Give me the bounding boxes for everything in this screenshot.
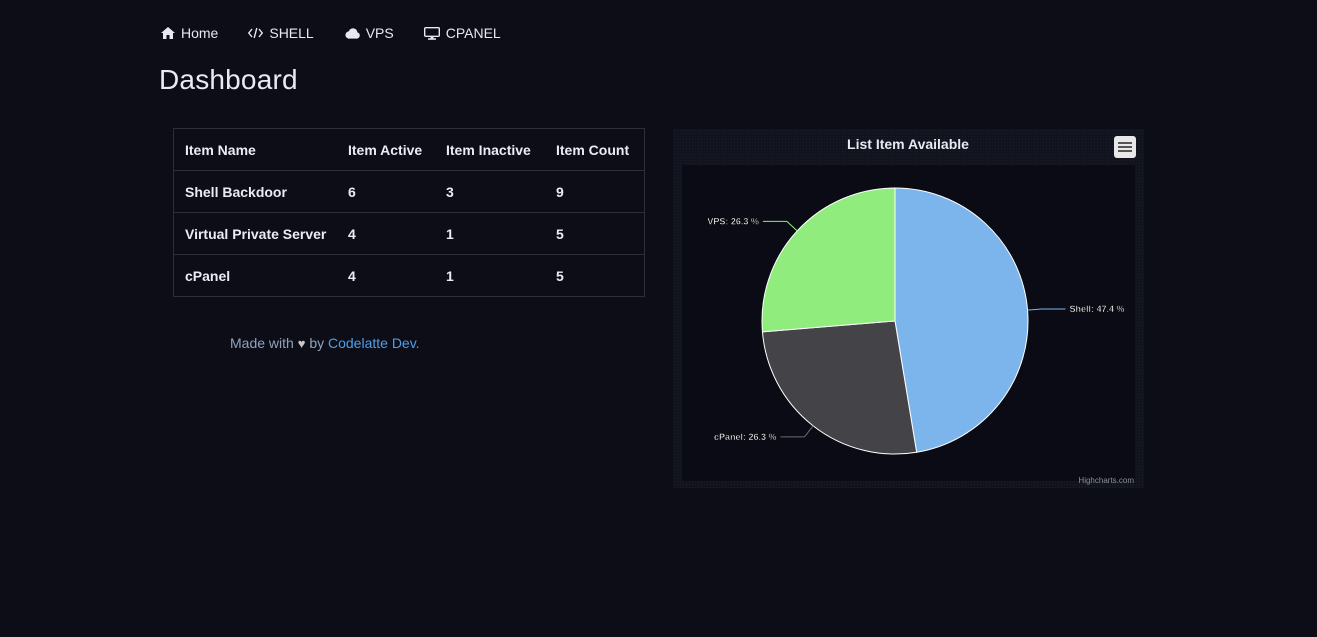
cell-item-name: Virtual Private Server	[173, 212, 337, 255]
cell-item-inactive: 3	[435, 170, 545, 213]
nav-item-label: VPS	[365, 25, 394, 41]
home-icon	[161, 27, 175, 39]
header-item-count: Item Count	[545, 128, 645, 171]
top-nav: Home SHELL VPS CPANEL	[161, 22, 531, 44]
nav-item-home[interactable]: Home	[161, 25, 218, 41]
page-title: Dashboard	[159, 64, 298, 95]
nav-item-vps[interactable]: VPS	[344, 25, 394, 41]
footer-by: by	[309, 335, 325, 351]
table-row: Virtual Private Server 4 1 5	[173, 212, 645, 255]
footer-prefix: Made with	[230, 335, 294, 351]
nav-item-label: CPANEL	[445, 25, 501, 41]
cloud-icon	[345, 27, 360, 39]
cell-item-inactive: 1	[435, 212, 545, 255]
header-item-active: Item Active	[337, 128, 435, 171]
nav-item-cpanel[interactable]: CPANEL	[423, 25, 501, 41]
chart-title: List Item Available	[847, 136, 969, 152]
nav-item-shell[interactable]: SHELL	[248, 25, 314, 41]
header-item-inactive: Item Inactive	[435, 128, 545, 171]
table-row: cPanel 4 1 5	[174, 255, 645, 297]
pie-chart: List Item Available Shell: 47.4 % cPanel:…	[673, 129, 1144, 488]
cell-item-active: 4	[337, 212, 435, 255]
pie-chart-svg: List Item Available Shell: 47.4 % cPanel:…	[682, 136, 1135, 485]
codelatte-link[interactable]: Codelatte Dev.	[328, 335, 420, 351]
pie-label-shell: Shell: 47.4 %	[1070, 304, 1125, 314]
cell-item-active: 6	[337, 170, 435, 213]
code-icon	[248, 27, 264, 39]
cell-item-active: 4	[348, 267, 356, 284]
nav-item-label: SHELL	[269, 25, 314, 41]
cell-item-inactive: 1	[446, 267, 454, 284]
cell-item-count: 5	[545, 212, 645, 255]
nav-item-label: Home	[181, 25, 219, 41]
footer-credit: Made with ♥ by Codelatte Dev.	[230, 335, 420, 351]
cell-item-count: 5	[556, 267, 564, 284]
header-item-name: Item Name	[173, 128, 337, 171]
chart-menu-button[interactable]	[1114, 136, 1136, 158]
pie-label-cpanel: cPanel: 26.3 %	[714, 432, 777, 442]
table-header-row: Item Name Item Active Item Inactive Item…	[173, 128, 645, 171]
heart-icon: ♥	[297, 336, 306, 351]
cell-item-count: 9	[545, 170, 645, 213]
cell-item-name: cPanel	[185, 267, 231, 284]
pie-label-vps: VPS: 26.3 %	[707, 216, 759, 226]
items-table: Item Name Item Active Item Inactive Item…	[173, 128, 645, 297]
table-row: Shell Backdoor 6 3 9	[173, 170, 645, 213]
desktop-icon	[423, 26, 440, 40]
chart-credits: Highcharts.com	[1078, 476, 1134, 485]
cell-item-name: Shell Backdoor	[173, 170, 337, 213]
